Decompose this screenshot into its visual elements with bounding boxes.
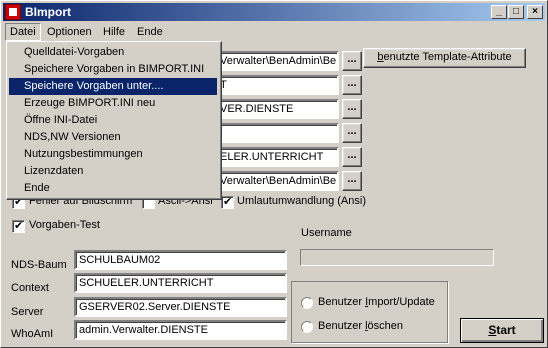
main-window: BImport _ □ × Datei Optionen Hilfe Ende … [0,0,548,348]
context-field[interactable]: SCHUELER.UNTERRICHT [74,273,287,293]
username-label: Username [301,227,352,239]
title-bar: BImport _ □ × [3,3,545,21]
menu-optionen[interactable]: Optionen [43,24,96,40]
minimize-button[interactable]: _ [491,5,507,19]
server-field[interactable]: GSERVER02.Server.DIENSTE [74,297,287,317]
path-field-2[interactable]: T [215,75,339,95]
vorgaben-test-checkbox[interactable] [12,219,25,233]
window-title: BImport [25,5,71,19]
menu-item-speichere-unter[interactable]: Speichere Vorgaben unter.... [9,78,217,95]
browse-button-6[interactable]: ... [342,171,362,191]
username-progress [300,249,494,266]
datei-dropdown-menu: Quelldatei-Vorgaben Speichere Vorgaben i… [6,41,222,200]
menu-item-lizenzdaten[interactable]: Lizenzdaten [9,163,217,180]
template-attributes-button[interactable]: benutzte Template-Attribute [363,48,526,68]
browse-button-3[interactable]: ... [342,99,362,119]
browse-button-5[interactable]: ... [342,147,362,167]
browse-button-2[interactable]: ... [342,75,362,95]
umlaut-checkbox[interactable] [221,195,234,209]
whoami-field[interactable]: admin.Verwalter.DIENSTE [74,320,287,340]
menu-item-nutzungsbestimmungen[interactable]: Nutzungsbestimmungen [9,146,217,163]
umlaut-label: Umlautumwandlung (Ansi) [237,195,366,207]
context-label: Context [11,282,49,294]
menu-ende[interactable]: Ende [133,24,167,40]
path-field-4[interactable] [215,123,339,143]
maximize-button[interactable]: □ [508,5,524,19]
path-field-6[interactable]: Verwalter\BenAdmin\Be [215,171,339,191]
import-update-radio[interactable] [301,297,313,309]
menu-item-oeffne-ini[interactable]: Öffne INI-Datei [9,112,217,129]
menu-datei[interactable]: Datei [5,23,41,41]
loeschen-radio[interactable] [301,321,313,333]
path-field-5[interactable]: ELER.UNTERRICHT [215,147,339,167]
nds-baum-field[interactable]: SCHULBAUM02 [74,250,287,270]
import-update-label: Benutzer Import/Update [318,296,435,308]
close-button[interactable]: × [527,5,543,19]
menu-item-nds-versionen[interactable]: NDS,NW Versionen [9,129,217,146]
menu-item-speichere-vorgaben[interactable]: Speichere Vorgaben in BIMPORT.INI [9,61,217,78]
menu-hilfe[interactable]: Hilfe [99,24,129,40]
menu-bar: Datei Optionen Hilfe Ende [3,23,545,41]
menu-item-ende[interactable]: Ende [9,180,217,197]
browse-button-1[interactable]: ... [342,51,362,71]
nds-baum-label: NDS-Baum [11,259,67,271]
path-field-3[interactable]: VER.DIENSTE [215,99,339,119]
server-label: Server [11,306,44,318]
vorgaben-test-label: Vorgaben-Test [29,219,100,231]
start-button[interactable]: Start [460,318,544,343]
app-icon [5,4,21,20]
browse-button-4[interactable]: ... [342,123,362,143]
path-field-1[interactable]: Verwalter\BenAdmin\Be [215,51,339,71]
action-groupbox [291,281,448,343]
whoami-label: WhoAmI [11,328,54,340]
menu-item-erzeuge-ini[interactable]: Erzeuge BIMPORT.INI neu [9,95,217,112]
menu-item-quelldatei[interactable]: Quelldatei-Vorgaben [9,44,217,61]
loeschen-label: Benutzer löschen [318,320,404,332]
